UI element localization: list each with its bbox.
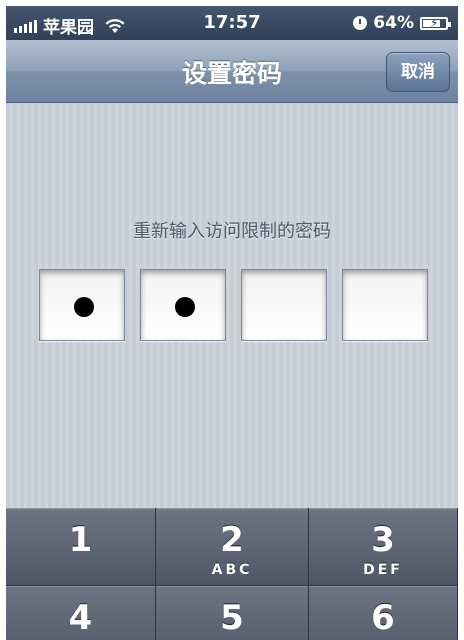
passcode-dot xyxy=(175,297,195,317)
key-1[interactable]: 1 xyxy=(6,508,156,586)
key-3[interactable]: 3 DEF xyxy=(309,508,458,586)
passcode-dot xyxy=(74,297,94,317)
passcode-prompt: 重新输入访问限制的密码 xyxy=(133,221,331,242)
key-letters: DEF xyxy=(363,562,403,578)
key-2[interactable]: 2 ABC xyxy=(156,508,309,586)
key-digit: 3 xyxy=(371,520,395,560)
key-letters: ABC xyxy=(211,562,253,578)
key-digit: 1 xyxy=(68,520,93,560)
phone-screen: 苹果园 17:57 64% ⚡ 设置密码 取消 重新输入访问限制的密码 1 2 AB… xyxy=(6,6,458,640)
key-4[interactable]: 4 xyxy=(6,586,156,640)
key-digit: 5 xyxy=(220,598,244,638)
passcode-digit-box xyxy=(241,269,327,341)
passcode-digit-box xyxy=(140,269,226,341)
cancel-button[interactable]: 取消 xyxy=(386,52,450,92)
navigation-bar: 设置密码 取消 xyxy=(6,40,458,103)
passcode-digit-box xyxy=(342,269,428,341)
key-5[interactable]: 5 xyxy=(156,586,309,640)
passcode-boxes xyxy=(39,269,428,341)
key-digit: 6 xyxy=(371,598,395,638)
battery-percent: 64% xyxy=(373,13,414,33)
numeric-keypad: 1 2 ABC 3 DEF 4 5 6 xyxy=(6,508,458,640)
key-6[interactable]: 6 xyxy=(309,586,458,640)
passcode-digit-box xyxy=(39,269,125,341)
status-right: 64% ⚡ xyxy=(353,13,451,33)
battery-charging-icon: ⚡ xyxy=(420,16,451,30)
status-bar: 苹果园 17:57 64% ⚡ xyxy=(6,6,458,40)
clock-icon xyxy=(353,16,368,30)
key-digit: 4 xyxy=(68,598,93,638)
key-digit: 2 xyxy=(220,520,244,560)
passcode-area: 重新输入访问限制的密码 xyxy=(6,103,458,508)
